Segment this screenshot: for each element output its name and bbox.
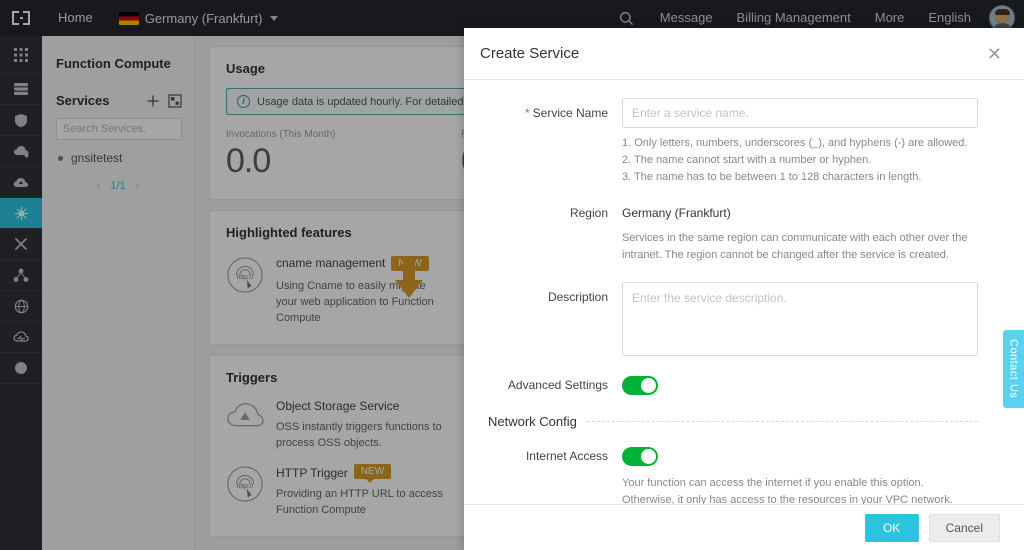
description-label: Description bbox=[547, 290, 608, 304]
service-name-label-text: Service Name bbox=[532, 106, 608, 120]
service-name-rules: 1. Only letters, numbers, underscores (_… bbox=[622, 135, 978, 186]
region-helper: Services in the same region can communic… bbox=[622, 232, 968, 261]
field-region: Region Germany (Frankfurt) Services in t… bbox=[464, 198, 1024, 264]
contact-us-tab[interactable]: Contact Us bbox=[1003, 330, 1024, 408]
service-name-input[interactable]: Enter a service name. bbox=[622, 98, 978, 128]
internet-access-label: Internet Access bbox=[525, 449, 608, 463]
internet-access-helper: Your function can access the internet if… bbox=[622, 477, 953, 504]
dialog-footer: OK Cancel bbox=[464, 504, 1024, 550]
field-service-name: * Service Name Enter a service name. 1. O… bbox=[464, 98, 1024, 186]
field-description: Description Enter the service descriptio… bbox=[464, 282, 1024, 356]
close-icon[interactable]: ✕ bbox=[987, 45, 1002, 63]
field-internet-access: Internet Access Your function can access… bbox=[464, 441, 1024, 504]
toggle-knob bbox=[641, 378, 656, 393]
description-control: Enter the service description. bbox=[622, 282, 1024, 356]
field-advanced-settings: Advanced Settings bbox=[464, 370, 1024, 400]
service-name-rule-1: 1. Only letters, numbers, underscores (_… bbox=[622, 137, 968, 149]
network-config-title: Network Config bbox=[488, 414, 577, 429]
service-name-control: Enter a service name. 1. Only letters, n… bbox=[622, 98, 1024, 186]
toggle-knob bbox=[641, 449, 656, 464]
dialog-title: Create Service bbox=[480, 45, 580, 62]
section-network-config: Network Config bbox=[488, 414, 978, 429]
internet-access-control: Your function can access the internet if… bbox=[622, 441, 1024, 504]
dialog-header: Create Service ✕ bbox=[464, 28, 1024, 80]
region-control: Germany (Frankfurt) Services in the same… bbox=[622, 198, 1024, 264]
advanced-settings-label: Advanced Settings bbox=[507, 378, 608, 392]
description-textarea[interactable]: Enter the service description. bbox=[622, 282, 978, 356]
service-name-label: * Service Name bbox=[464, 98, 622, 186]
advanced-settings-control bbox=[622, 370, 1024, 400]
contact-us-label: Contact Us bbox=[1007, 339, 1020, 399]
region-value: Germany (Frankfurt) bbox=[622, 206, 731, 220]
service-name-rule-3: 3. The name has to be between 1 to 128 c… bbox=[622, 171, 922, 183]
advanced-settings-toggle[interactable] bbox=[622, 376, 658, 395]
dialog-body: * Service Name Enter a service name. 1. O… bbox=[464, 80, 1024, 504]
internet-access-toggle[interactable] bbox=[622, 447, 658, 466]
app-root: Home Germany (Frankfurt) Message Billing… bbox=[0, 0, 1024, 550]
cancel-button[interactable]: Cancel bbox=[928, 513, 1000, 542]
service-name-rule-2: 2. The name cannot start with a number o… bbox=[622, 154, 872, 166]
create-service-dialog: Create Service ✕ * Service Name Enter a s… bbox=[464, 28, 1024, 550]
ok-button[interactable]: OK bbox=[864, 513, 919, 542]
required-marker: * bbox=[524, 106, 530, 120]
region-label: Region bbox=[569, 206, 608, 220]
section-divider bbox=[586, 421, 978, 422]
